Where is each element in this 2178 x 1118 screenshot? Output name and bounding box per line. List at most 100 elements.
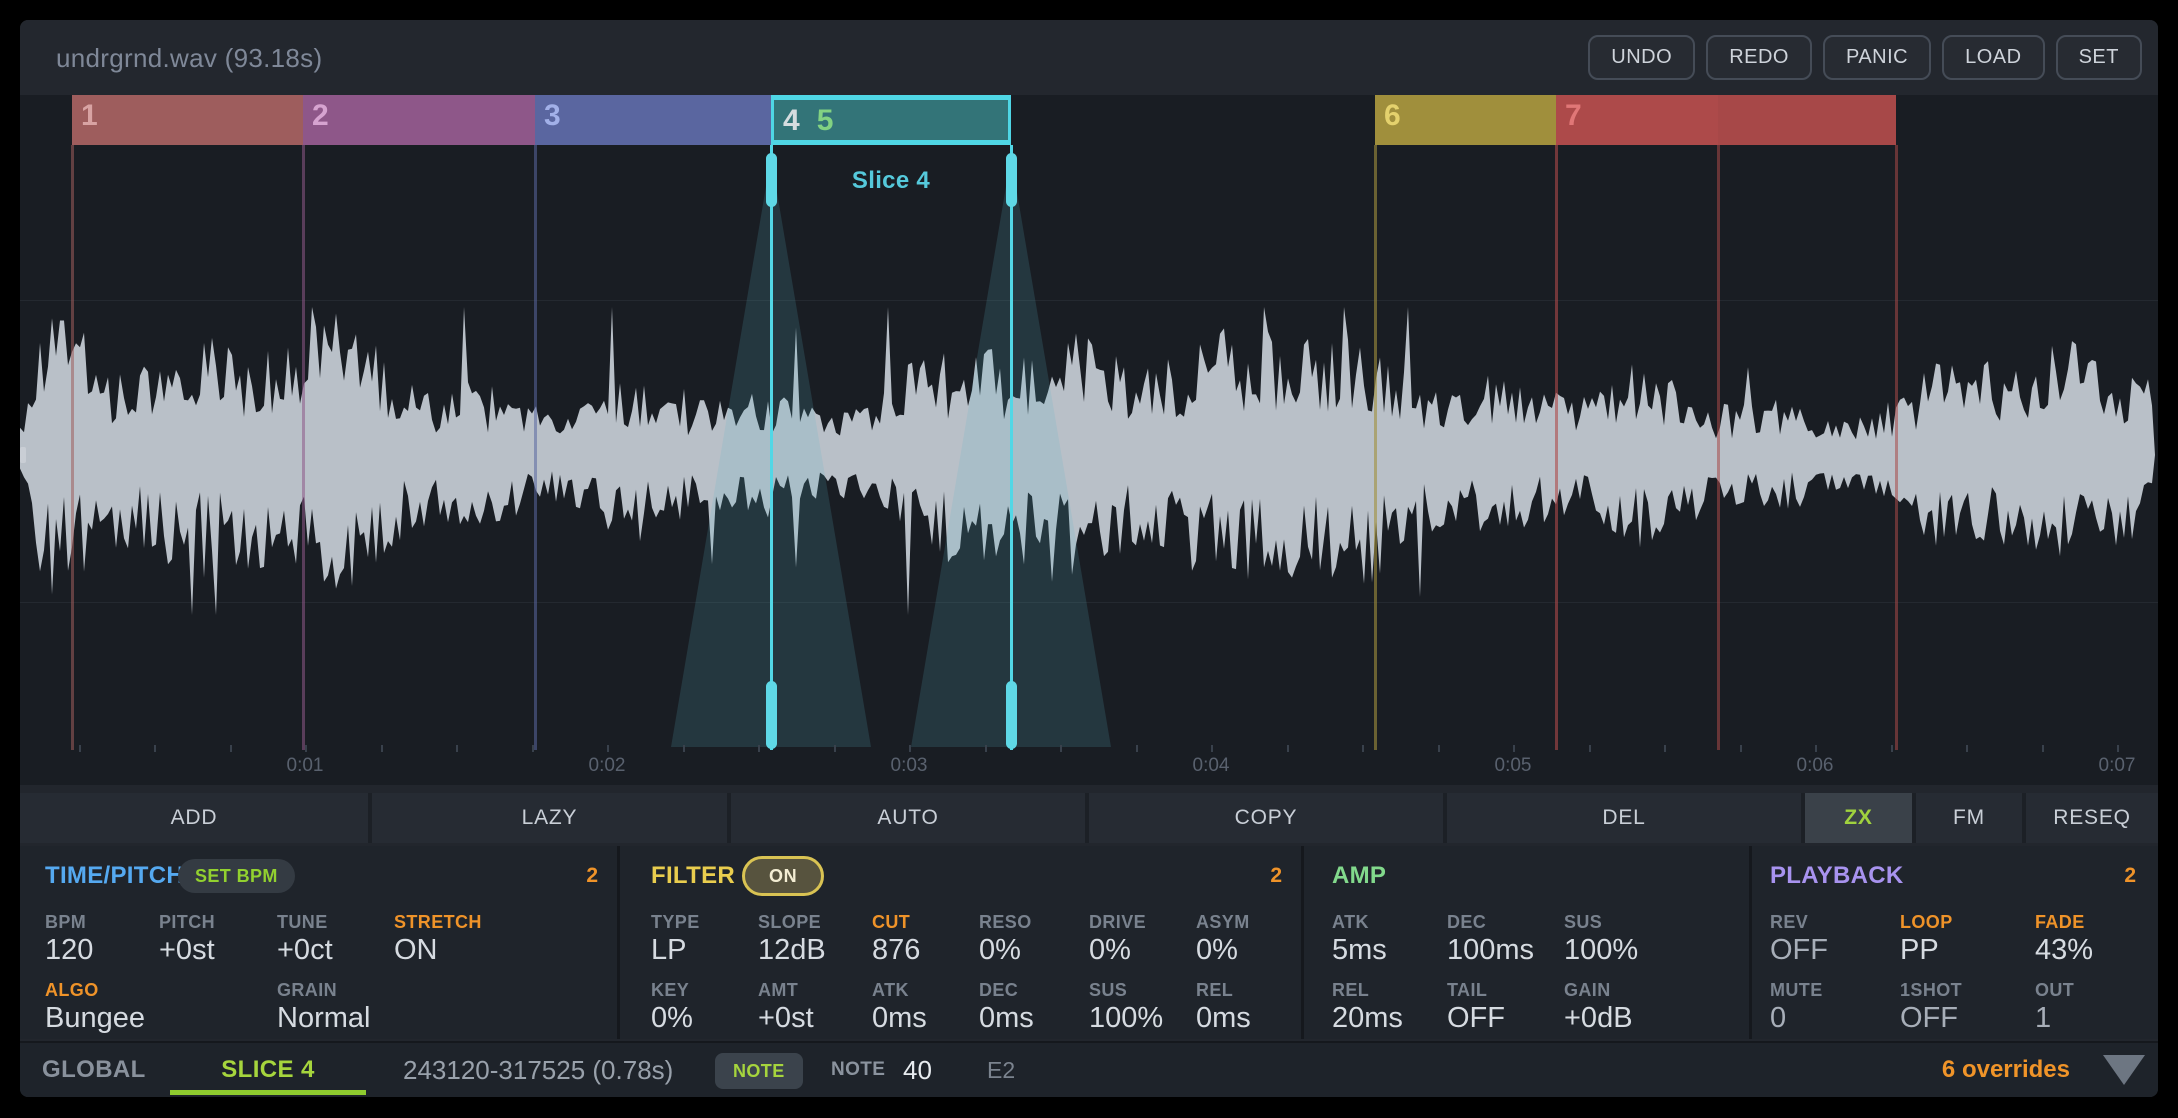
- toolbar-button-del[interactable]: DEL: [1447, 793, 1801, 843]
- param-value-amt[interactable]: +0st: [758, 1002, 814, 1035]
- toolbar-button-copy[interactable]: COPY: [1089, 793, 1443, 843]
- tab-global[interactable]: GLOBAL: [42, 1043, 146, 1097]
- param-label-type: TYPE: [651, 912, 700, 933]
- param-value-tune[interactable]: +0ct: [277, 934, 333, 967]
- ruler-label: 0:03: [864, 755, 954, 777]
- param-value-rel[interactable]: 0ms: [1196, 1002, 1251, 1035]
- slice-block-7[interactable]: 7: [1556, 95, 1718, 145]
- slice-block-2[interactable]: 2: [303, 95, 535, 145]
- slice-boundary-line[interactable]: [534, 145, 537, 750]
- param-value-sus[interactable]: 100%: [1564, 934, 1638, 967]
- slice-block-6[interactable]: 6: [1375, 95, 1556, 145]
- param-value-mute[interactable]: 0: [1770, 1002, 1786, 1035]
- top-button-undo[interactable]: UNDO: [1588, 35, 1695, 80]
- param-value-reso[interactable]: 0%: [979, 934, 1021, 967]
- ruler-tick: [1740, 745, 1742, 752]
- top-button-redo[interactable]: REDO: [1706, 35, 1812, 80]
- selected-slice-boundary[interactable]: [1010, 145, 1013, 750]
- param-label-slope: SLOPE: [758, 912, 821, 933]
- slice-handle-bottom[interactable]: [1006, 681, 1017, 749]
- panel-timepitch: TIME/PITCHSET BPM2BPM120PITCH+0stTUNE+0c…: [20, 846, 620, 1039]
- param-value-bpm[interactable]: 120: [45, 934, 93, 967]
- bottom-bar: GLOBAL SLICE 4 243120-317525 (0.78s) NOT…: [20, 1041, 2158, 1097]
- param-value-loop[interactable]: PP: [1900, 934, 1939, 967]
- file-title: undrgrnd.wav (93.18s): [56, 43, 322, 74]
- toolbar-button-zx[interactable]: ZX: [1805, 793, 1912, 843]
- collapse-arrow-icon[interactable]: [2103, 1055, 2145, 1085]
- filter-on-toggle[interactable]: ON: [742, 856, 824, 896]
- param-value-atk[interactable]: 5ms: [1332, 934, 1387, 967]
- note-value[interactable]: 40: [903, 1043, 932, 1097]
- selected-slice-boundary[interactable]: [770, 145, 773, 750]
- param-value-rel[interactable]: 20ms: [1332, 1002, 1403, 1035]
- param-value-type[interactable]: LP: [651, 934, 686, 967]
- param-value-stretch[interactable]: ON: [394, 934, 438, 967]
- top-button-panic[interactable]: PANIC: [1823, 35, 1931, 80]
- slice-number: 5: [817, 104, 834, 138]
- slice-boundary-line[interactable]: [1717, 145, 1720, 750]
- param-value-grain[interactable]: Normal: [277, 1002, 370, 1035]
- param-label-asym: ASYM: [1196, 912, 1250, 933]
- param-label-bpm: BPM: [45, 912, 86, 933]
- param-value-tail[interactable]: OFF: [1447, 1002, 1505, 1035]
- param-value-key[interactable]: 0%: [651, 1002, 693, 1035]
- param-value-algo[interactable]: Bungee: [45, 1002, 145, 1035]
- slice-block-3[interactable]: 3: [535, 95, 771, 145]
- slice-boundary-line[interactable]: [71, 145, 74, 750]
- param-value-drive[interactable]: 0%: [1089, 934, 1131, 967]
- toolbar-button-reseq[interactable]: RESEQ: [2026, 793, 2158, 843]
- slice-block-4[interactable]: 45: [771, 95, 1011, 145]
- param-label-sus: SUS: [1089, 980, 1127, 1001]
- tab-slice-4[interactable]: SLICE 4: [170, 1043, 366, 1097]
- param-value-fade[interactable]: 43%: [2035, 934, 2093, 967]
- param-value-1shot[interactable]: OFF: [1900, 1002, 1958, 1035]
- param-value-dec[interactable]: 100ms: [1447, 934, 1534, 967]
- param-label-out: OUT: [2035, 980, 2074, 1001]
- waveform-display[interactable]: Slice 4 1234567 0:010:020:030:040:050:06…: [20, 95, 2158, 785]
- top-button-set[interactable]: SET: [2056, 35, 2142, 80]
- note-mode-badge[interactable]: NOTE: [715, 1053, 803, 1089]
- param-value-atk[interactable]: 0ms: [872, 1002, 927, 1035]
- ruler-tick: [1287, 745, 1289, 752]
- slice-block-unlabeled[interactable]: [1718, 95, 1896, 145]
- top-button-load[interactable]: LOAD: [1942, 35, 2044, 80]
- slice-handle-top[interactable]: [766, 153, 777, 207]
- toolbar-button-auto[interactable]: AUTO: [731, 793, 1085, 843]
- param-value-sus[interactable]: 100%: [1089, 1002, 1163, 1035]
- toolbar-button-add[interactable]: ADD: [20, 793, 368, 843]
- slice-number: 6: [1384, 99, 1401, 133]
- panel-title-playback: PLAYBACK: [1770, 862, 1904, 890]
- set-bpm-button[interactable]: SET BPM: [178, 859, 295, 893]
- param-value-pitch[interactable]: +0st: [159, 934, 215, 967]
- param-label-reso: RESO: [979, 912, 1032, 933]
- slice-block-1[interactable]: 1: [72, 95, 303, 145]
- toolbar-button-fm[interactable]: FM: [1916, 793, 2022, 843]
- slice-handle-bottom[interactable]: [766, 681, 777, 749]
- ruler-label: 0:06: [1770, 755, 1860, 777]
- playhead-marker[interactable]: [20, 447, 26, 463]
- param-value-cut[interactable]: 876: [872, 934, 920, 967]
- param-label-algo: ALGO: [45, 980, 99, 1001]
- param-label-rev: REV: [1770, 912, 1808, 933]
- panel-title-timepitch: TIME/PITCH: [45, 862, 184, 890]
- slice-boundary-line[interactable]: [1374, 145, 1377, 750]
- overrides-count: 6 overrides: [1942, 1043, 2070, 1097]
- slice-boundary-line[interactable]: [1555, 145, 1558, 750]
- param-value-slope[interactable]: 12dB: [758, 934, 826, 967]
- toolbar-button-lazy[interactable]: LAZY: [372, 793, 727, 843]
- param-value-asym[interactable]: 0%: [1196, 934, 1238, 967]
- top-buttons: UNDOREDOPANICLOAD SET: [1588, 35, 2142, 80]
- slice-boundary-line[interactable]: [1895, 145, 1898, 750]
- param-value-rev[interactable]: OFF: [1770, 934, 1828, 967]
- slice-boundary-line[interactable]: [302, 145, 305, 750]
- slice-handle-top[interactable]: [1006, 153, 1017, 207]
- ruler-tick: [607, 745, 609, 752]
- panel-filter: FILTERON2TYPELPSLOPE12dBCUT876RESO0%DRIV…: [620, 846, 1304, 1039]
- param-label-drive: DRIVE: [1089, 912, 1146, 933]
- param-value-gain[interactable]: +0dB: [1564, 1002, 1633, 1035]
- param-value-dec[interactable]: 0ms: [979, 1002, 1034, 1035]
- param-label-loop: LOOP: [1900, 912, 1953, 933]
- ruler-tick: [2117, 745, 2119, 752]
- slice-number: 3: [544, 99, 561, 133]
- param-value-out[interactable]: 1: [2035, 1002, 2051, 1035]
